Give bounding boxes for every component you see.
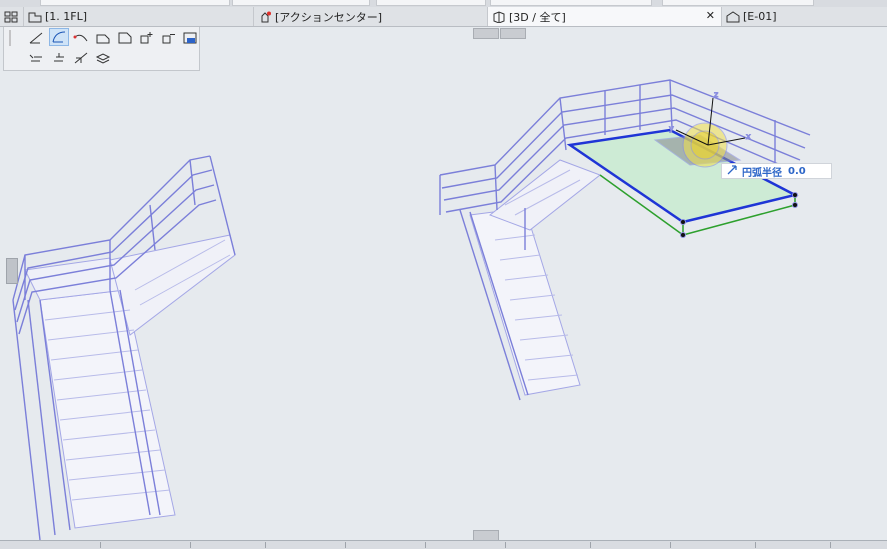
tooltip-value: 0.0 [788,165,806,177]
3d-viewport[interactable]: z x y [0,27,887,541]
tab-label: [1. 1FL] [45,10,88,23]
view-control-left[interactable] [473,28,499,39]
tab-elevation[interactable]: [E-01] [722,7,887,26]
tool-arc-radius-icon[interactable] [49,28,69,46]
elevation-icon [726,10,740,22]
tooltip-label: 円弧半径 [742,167,782,179]
tab-label: [E-01] [743,10,777,23]
grip-handle[interactable] [6,29,14,47]
left-stair [12,155,236,541]
tool-tangent-arc-icon[interactable] [71,29,91,47]
tab-floorplan[interactable]: [1. 1FL] [24,7,254,26]
x-axis-label: x [746,132,751,141]
grid-icon [4,11,18,22]
tool-rectangle-icon[interactable] [93,29,113,47]
3d-model-drawing: z x y [12,79,811,541]
view-tab-bar: [1. 1FL] [アクションセンター] [3D / 全て] ✕ [E-01] [0,7,887,27]
tool-add-point-icon[interactable] [137,29,157,47]
tool-straight-icon[interactable] [26,29,46,47]
tool-offset-icon[interactable] [26,49,46,67]
tool-offset-all-icon[interactable] [49,49,69,67]
floorplan-icon [28,12,42,22]
tool-merge-icon[interactable] [93,49,113,67]
right-stair: z x y [439,79,811,401]
arc-radius-icon [727,164,737,178]
tool-subtract-icon[interactable] [159,29,179,47]
tool-split-icon[interactable] [71,49,91,67]
tab-action-center[interactable]: [アクションセンター] [254,7,488,26]
tab-label: [3D / 全て] [509,10,566,24]
tab-3d-view[interactable]: [3D / 全て] ✕ [488,7,722,26]
tool-magic-wand-icon[interactable] [180,29,200,47]
3d-view-icon [493,10,505,23]
z-axis-label: z [714,90,718,99]
arc-radius-tooltip: 円弧半径 0.0 [721,163,832,179]
eye-icon[interactable] [500,28,526,39]
y-axis-label: y [669,124,674,133]
left-panel-handle[interactable] [6,258,18,284]
tool-rotated-rectangle-icon[interactable] [115,29,135,47]
grid-view-button[interactable] [0,7,24,26]
geometry-method-palette [3,27,200,71]
tab-label: [アクションセンター] [275,10,383,24]
top-toolbar-strip [0,0,887,7]
close-icon[interactable]: ✕ [706,9,715,22]
action-center-icon [261,11,271,22]
